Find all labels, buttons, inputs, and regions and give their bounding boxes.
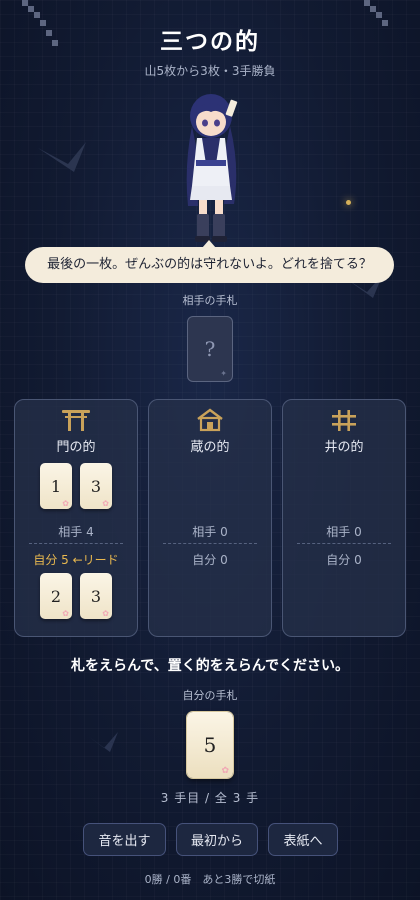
well-icon [283, 408, 405, 432]
to-title-button[interactable]: 表紙へ [268, 823, 338, 856]
card-value: 3 [90, 586, 102, 606]
page-subtitle: 山5枚から3枚・3手勝負 [144, 64, 276, 78]
target-storehouse[interactable]: 蔵の的 相手 0 自分 0 [148, 399, 272, 637]
divider [29, 543, 123, 544]
my-score: 自分 0 [326, 553, 362, 567]
opponent-hand-label: 相手の手札 [182, 294, 238, 307]
opponent-placed-card: 1 ✿ [40, 463, 72, 509]
sakura-icon: ✿ [62, 499, 69, 508]
sparkle-icon: ✦ [220, 369, 227, 378]
divider [297, 543, 391, 544]
sakura-icon: ✿ [221, 766, 229, 776]
bird-silhouette-icon [88, 732, 118, 752]
speech-bubble: 最後の一枚。ぜんぶの的は守れないよ。どれを捨てる？ [25, 247, 394, 283]
instruction-text: 札をえらんで、置く的をえらんでください。 [70, 658, 350, 674]
win-record: 0勝 / 0番 あと3勝で切紙 [144, 873, 276, 886]
opponent-character [186, 94, 238, 242]
card-value: 2 [50, 586, 62, 606]
target-gate[interactable]: 門の的 1 ✿ 3 ✿ 相手 4 自分 5 ←リード 2 ✿ 3 ✿ [14, 399, 138, 637]
torii-icon [15, 408, 137, 432]
target-well[interactable]: 井の的 相手 0 自分 0 [282, 399, 406, 637]
card-value: 5 [203, 733, 217, 757]
target-name: 蔵の的 [190, 440, 230, 455]
my-score: 自分 0 [192, 553, 228, 567]
sparkle [346, 200, 351, 205]
card-value: 1 [50, 476, 62, 496]
sakura-icon: ✿ [62, 609, 69, 618]
sakura-icon: ✿ [102, 609, 109, 618]
my-score: 自分 5 ←リード [33, 553, 119, 567]
page-title: 三つの的 [160, 28, 260, 55]
my-placed-card: 2 ✿ [40, 573, 72, 619]
sakura-icon: ✿ [102, 499, 109, 508]
opponent-placed-card: 3 ✿ [80, 463, 112, 509]
my-hand-card[interactable]: 5 ✿ [187, 712, 233, 778]
opponent-score: 相手 0 [326, 525, 362, 539]
target-name: 門の的 [56, 440, 96, 455]
target-name: 井の的 [324, 440, 364, 455]
my-placed-card: 3 ✿ [80, 573, 112, 619]
turn-counter: 3 手目 / 全 3 手 [160, 791, 260, 805]
my-hand-label: 自分の手札 [182, 689, 238, 702]
sound-button[interactable]: 音を出す [83, 823, 166, 856]
opponent-hidden-card: ? ✦ [187, 316, 233, 382]
divider [163, 543, 257, 544]
hidden-card-mark: ? [204, 337, 216, 361]
restart-button[interactable]: 最初から [176, 823, 258, 856]
opponent-score: 相手 4 [58, 525, 94, 539]
storehouse-icon [149, 408, 271, 432]
card-value: 3 [90, 476, 102, 496]
opponent-score: 相手 0 [192, 525, 228, 539]
bird-silhouette-icon [38, 142, 86, 172]
